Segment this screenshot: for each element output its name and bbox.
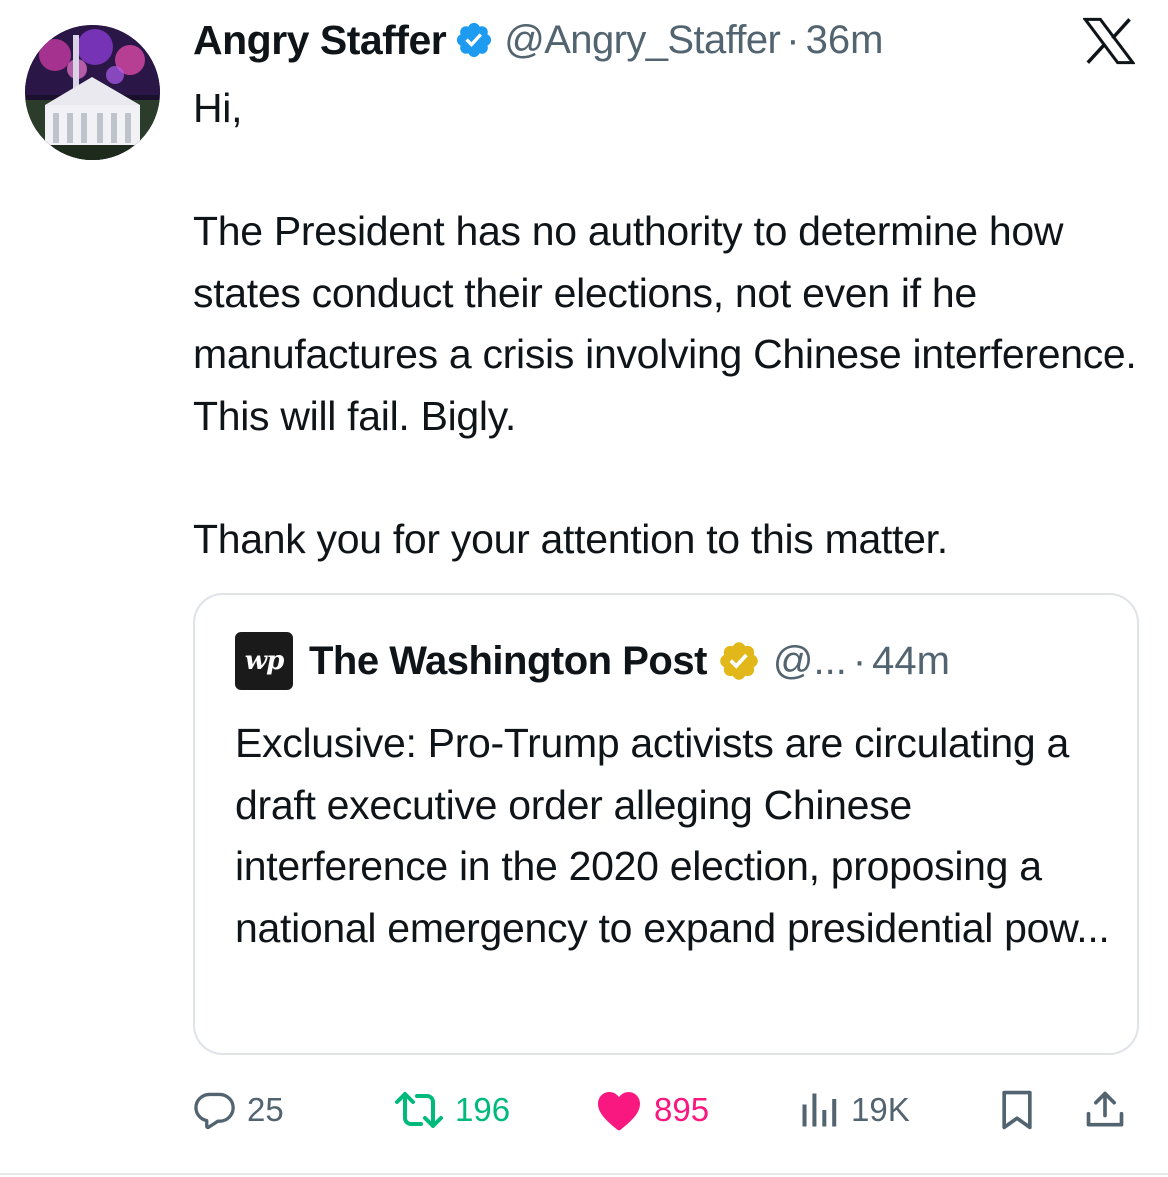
- like-count: 895: [654, 1091, 710, 1128]
- heart-icon: [598, 1092, 640, 1131]
- avatar-image: [25, 25, 160, 160]
- views-button[interactable]: 19K: [797, 1082, 910, 1138]
- quoted-author-handle[interactable]: @...: [773, 639, 847, 684]
- bookmark-icon: [1002, 1090, 1032, 1130]
- share-button[interactable]: [1083, 1082, 1127, 1138]
- author-name[interactable]: Angry Staffer: [193, 17, 447, 64]
- header-separator: ·: [786, 17, 800, 62]
- quoted-author-name[interactable]: The Washington Post: [309, 639, 707, 684]
- author-handle[interactable]: @Angry_Staffer: [504, 18, 781, 63]
- bookmark-button[interactable]: [997, 1082, 1037, 1138]
- quoted-tweet-timestamp[interactable]: 44m: [872, 639, 950, 684]
- quoted-tweet-card[interactable]: wp The Washington Post @... · 44m Exclus…: [193, 593, 1139, 1055]
- views-count: 19K: [851, 1091, 910, 1128]
- tweet-action-bar: 25 196 895 19K: [0, 1082, 1168, 1142]
- washington-post-logo-text: wp: [244, 646, 285, 676]
- washington-post-logo[interactable]: wp: [235, 632, 293, 690]
- tweet-body: Hi, The President has no authority to de…: [193, 78, 1153, 570]
- quoted-header-separator: ·: [852, 638, 867, 683]
- reply-count: 25: [247, 1091, 284, 1128]
- repost-icon: [395, 1092, 443, 1128]
- avatar[interactable]: [25, 25, 160, 160]
- verified-badge-icon: [457, 22, 492, 58]
- like-button[interactable]: 895: [594, 1082, 709, 1138]
- tweet-header: Angry Staffer @Angry_Staffer · 36m: [193, 14, 883, 66]
- tweet-greeting: Hi,: [193, 85, 243, 131]
- tweet-closing: Thank you for your attention to this mat…: [193, 515, 948, 562]
- views-icon: [802, 1093, 837, 1127]
- reply-button[interactable]: 25: [193, 1082, 284, 1138]
- verified-gold-badge-icon: [720, 642, 758, 680]
- tweet-timestamp[interactable]: 36m: [806, 18, 884, 63]
- repost-button[interactable]: 196: [393, 1082, 510, 1138]
- bottom-divider: [0, 1173, 1168, 1175]
- reply-icon: [194, 1092, 235, 1130]
- quoted-tweet-body: Exclusive: Pro-Trump activists are circu…: [235, 720, 1110, 951]
- x-logo-icon[interactable]: [1083, 17, 1135, 65]
- repost-count: 196: [455, 1091, 511, 1128]
- quoted-tweet-header: wp The Washington Post @... · 44m: [235, 632, 950, 690]
- share-icon: [1086, 1091, 1124, 1127]
- tweet-paragraph: The President has no authority to determ…: [193, 208, 1137, 439]
